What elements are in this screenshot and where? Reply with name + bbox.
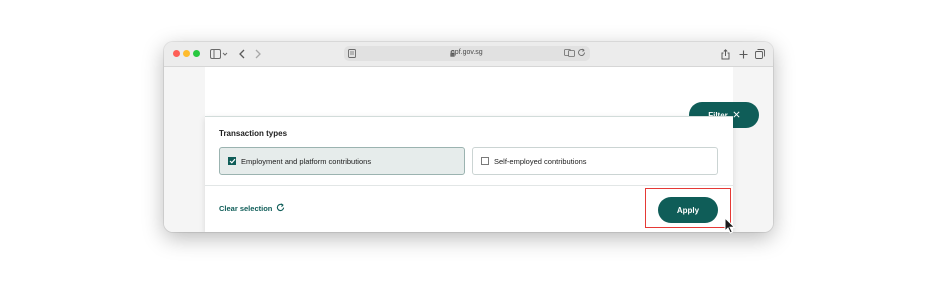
tab-overview-icon[interactable] [754, 47, 766, 61]
option-label: Self-employed contributions [494, 156, 587, 166]
zoom-window-button[interactable] [193, 50, 200, 57]
clear-selection-label: Clear selection [219, 204, 273, 213]
apply-highlight-box [645, 188, 731, 228]
forward-icon[interactable] [253, 47, 263, 61]
reload-icon[interactable] [577, 48, 586, 59]
sidebar-toggle-icon[interactable] [209, 47, 229, 61]
self-employed-contributions-option[interactable]: Self-employed contributions [472, 147, 718, 175]
mouse-pointer-icon [724, 216, 736, 239]
check-icon [229, 158, 235, 164]
address-bar[interactable]: cpf.gov.sg [344, 46, 590, 61]
new-tab-icon[interactable] [737, 47, 749, 61]
employment-contributions-option[interactable]: Employment and platform contributions [219, 147, 465, 175]
panel-divider [205, 185, 733, 186]
transaction-types-heading: Transaction types [219, 129, 288, 138]
share-icon[interactable] [719, 47, 731, 61]
checkbox-checked[interactable] [228, 157, 236, 165]
address-url: cpf.gov.sg [451, 49, 483, 56]
minimize-window-button[interactable] [183, 50, 190, 57]
refresh-icon [276, 203, 285, 214]
close-icon [733, 110, 740, 120]
checkbox-unchecked[interactable] [481, 157, 489, 165]
browser-toolbar: cpf.gov.sg [164, 42, 773, 67]
back-icon[interactable] [237, 47, 247, 61]
option-label: Employment and platform contributions [241, 156, 372, 166]
close-window-button[interactable] [173, 50, 180, 57]
translate-icon[interactable] [564, 49, 575, 59]
clear-selection-link[interactable]: Clear selection [219, 203, 285, 214]
